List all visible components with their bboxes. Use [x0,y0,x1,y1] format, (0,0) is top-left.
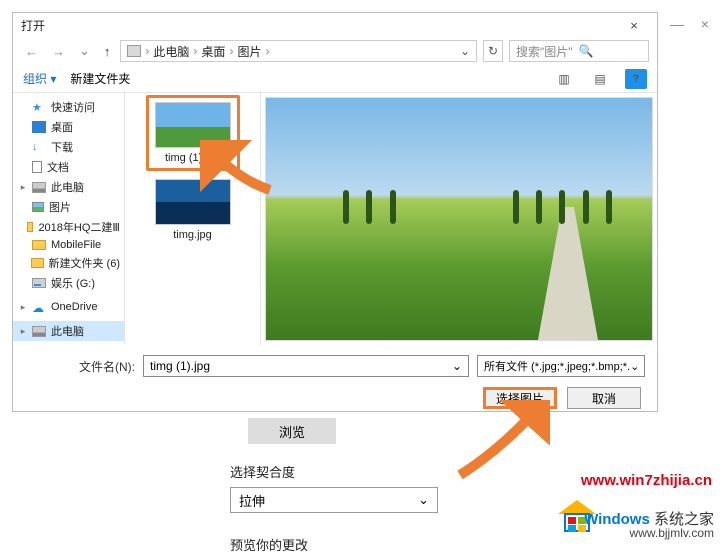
breadcrumb-seg[interactable]: 图片 [237,43,261,60]
thumbnail-list[interactable]: timg (1).jpg timg.jpg [125,93,261,345]
view-mode-icon[interactable]: ▥ [553,69,575,89]
drive-icon [32,278,46,288]
back-button[interactable]: ← [21,44,42,59]
preview-image [265,97,653,341]
thumbnail-caption: timg.jpg [173,229,212,241]
watermark-url: www.win7zhijia.cn [581,472,712,489]
close-icon[interactable]: × [619,18,649,33]
fit-label: 选择契合度 [230,462,490,481]
preview-pane [261,93,657,345]
outer-minimize[interactable]: — [670,16,684,32]
cloud-icon [32,301,46,313]
tree-drive[interactable]: 娱乐 (G:) [13,273,124,293]
dialog-title: 打开 [21,17,619,34]
chevron-down-icon: ⌄ [418,492,429,508]
tree-pictures[interactable]: 图片 [13,197,124,217]
file-open-dialog: 打开 × ← → ⌄ ↑ › 此电脑 › 桌面 › 图片 › ⌄ ↻ 搜索"图片… [12,12,658,412]
refresh-icon: ↻ [488,44,498,58]
tree-this-pc[interactable]: ▸此电脑 [13,177,124,197]
thumbnail-caption: timg (1).jpg [165,152,220,164]
preview-changes-label: 预览你的更改 [230,535,490,554]
chevron-down-icon[interactable]: ⌄ [630,360,639,373]
download-icon [32,141,46,153]
pc-icon [32,182,46,193]
thumbnail-selected[interactable]: timg (1).jpg [146,95,240,171]
tree-folder[interactable]: MobileFile [13,237,124,253]
breadcrumb-sep: › [145,44,149,58]
filename-input[interactable]: timg (1).jpg ⌄ [143,355,469,377]
filename-label: 文件名(N): [25,358,135,375]
folder-icon [31,258,44,268]
breadcrumb-seg[interactable]: 桌面 [201,43,225,60]
thumbnail-image [155,102,231,148]
search-input[interactable]: 搜索"图片" 🔍 [509,40,649,62]
chevron-down-icon[interactable]: ⌄ [75,43,94,59]
pc-icon [127,45,141,57]
background-panel: 浏览 选择契合度 拉伸 ⌄ 预览你的更改 [230,418,490,554]
forward-button[interactable]: → [48,44,69,59]
watermark-url2: www.bjjmlv.com [630,526,714,540]
tree-folder[interactable]: 新建文件夹 (6) [13,253,124,273]
tree-this-pc-selected[interactable]: ▸此电脑 [13,321,124,341]
picture-icon [32,202,44,212]
select-image-button[interactable]: 选择图片 [483,387,557,409]
tree-quick-access[interactable]: 快速访问 [13,97,124,117]
tree-folder[interactable]: 2018年HQ二建Ⅲ [13,217,124,237]
dialog-footer: 文件名(N): timg (1).jpg ⌄ 所有文件 (*.jpg;*.jpe… [13,345,657,409]
cancel-button[interactable]: 取消 [567,387,641,409]
refresh-button[interactable]: ↻ [483,40,503,62]
search-icon: 🔍 [579,44,594,58]
fit-select[interactable]: 拉伸 ⌄ [230,487,438,513]
chevron-down-icon[interactable]: ⌄ [452,359,462,373]
folder-icon [27,222,33,232]
new-folder-button[interactable]: 新建文件夹 [70,70,130,87]
thumbnail[interactable]: timg.jpg [146,179,240,241]
browse-button[interactable]: 浏览 [248,418,336,444]
tree-desktop[interactable]: 桌面 [13,117,124,137]
toolbar: 组织 ▾ 新建文件夹 ▥ ▤ ? [13,65,657,93]
star-icon [32,101,46,113]
outer-close[interactable]: × [701,16,709,32]
nav-tree[interactable]: 快速访问 桌面 下载 文档 ▸此电脑 图片 2018年HQ二建Ⅲ MobileF… [13,93,125,345]
pc-icon [32,326,46,337]
desktop-icon [32,121,46,133]
thumbnail-image [155,179,231,225]
breadcrumb[interactable]: › 此电脑 › 桌面 › 图片 › ⌄ [120,40,477,62]
organize-menu[interactable]: 组织 ▾ [23,70,56,87]
document-icon [32,161,42,173]
list-mode-icon[interactable]: ▤ [589,69,611,89]
search-placeholder: 搜索"图片" [516,43,573,60]
breadcrumb-seg[interactable]: 此电脑 [153,43,189,60]
up-button[interactable]: ↑ [100,44,115,59]
nav-row: ← → ⌄ ↑ › 此电脑 › 桌面 › 图片 › ⌄ ↻ 搜索"图片" 🔍 [13,37,657,65]
breadcrumb-dropdown-icon[interactable]: ⌄ [460,44,470,58]
help-icon[interactable]: ? [625,69,647,89]
tree-onedrive[interactable]: ▸OneDrive [13,299,124,315]
tree-documents[interactable]: 文档 [13,157,124,177]
tree-downloads[interactable]: 下载 [13,137,124,157]
titlebar[interactable]: 打开 × [13,13,657,37]
folder-icon [32,240,46,250]
file-type-filter[interactable]: 所有文件 (*.jpg;*.jpeg;*.bmp;*. ⌄ [477,355,645,377]
